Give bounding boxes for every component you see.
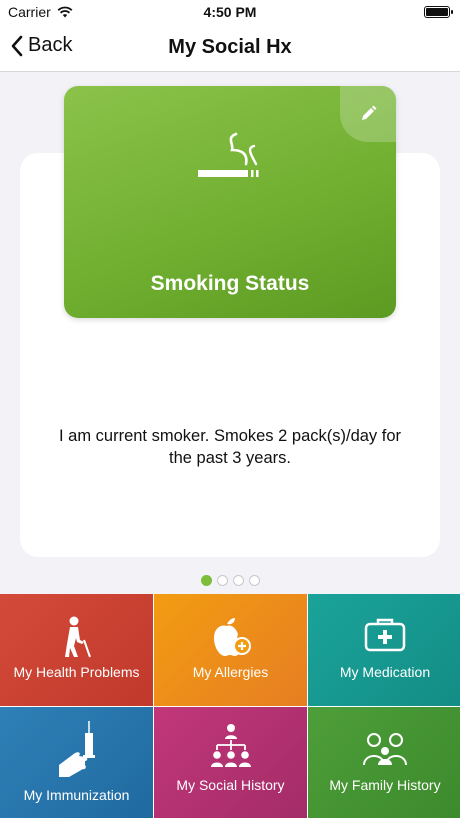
menu-label-allergies: My Allergies: [192, 664, 269, 680]
battery-icon: [424, 6, 453, 18]
menu-label-family-history: My Family History: [329, 777, 441, 793]
edit-button[interactable]: [340, 86, 396, 142]
menu-tile-allergies[interactable]: My Allergies: [154, 594, 307, 706]
page-dot-1[interactable]: [200, 575, 212, 586]
page-dot-3[interactable]: [232, 575, 244, 586]
smoking-status-description: I am current smoker. Smokes 2 pack(s)/da…: [58, 427, 402, 467]
status-time: 4:50 PM: [203, 4, 257, 20]
people-network-icon: [210, 724, 251, 767]
menu-tile-health-problems[interactable]: My Health Problems: [0, 594, 153, 706]
menu-tile-medication[interactable]: My Medication: [308, 594, 460, 706]
cigarette-icon: [198, 132, 259, 177]
family-icon: [363, 733, 407, 766]
page-dot-2[interactable]: [216, 575, 228, 586]
social-history-carousel[interactable]: I am current smoker. Smokes 2 pack(s)/da…: [0, 73, 460, 571]
syringe-hand-icon: [58, 721, 95, 777]
smoking-status-title: Smoking Status: [150, 272, 310, 295]
page-title: My Social Hx: [168, 36, 292, 58]
menu-tile-family-history[interactable]: My Family History: [308, 707, 460, 818]
menu-grid: My Health Problems My Allergies My Medic…: [0, 594, 460, 818]
elderly-person-icon: [64, 616, 91, 658]
menu-label-medication: My Medication: [339, 664, 431, 680]
navigation-bar: Back My Social Hx: [0, 24, 460, 72]
pencil-icon: [362, 105, 377, 120]
menu-tile-immunization[interactable]: My Immunization: [0, 707, 153, 818]
page-dot-4[interactable]: [248, 575, 260, 586]
menu-label-social-history: My Social History: [176, 777, 285, 793]
medical-kit-icon: [364, 618, 406, 652]
page-indicator[interactable]: [0, 575, 460, 586]
smoking-status-tile: Smoking Status: [64, 86, 396, 318]
menu-label-immunization: My Immunization: [23, 787, 130, 803]
status-bar: Carrier 4:50 PM: [0, 0, 460, 24]
menu-tile-social-history[interactable]: My Social History: [154, 707, 307, 818]
apple-plus-icon: [213, 618, 251, 656]
menu-label-health-problems: My Health Problems: [13, 664, 140, 680]
